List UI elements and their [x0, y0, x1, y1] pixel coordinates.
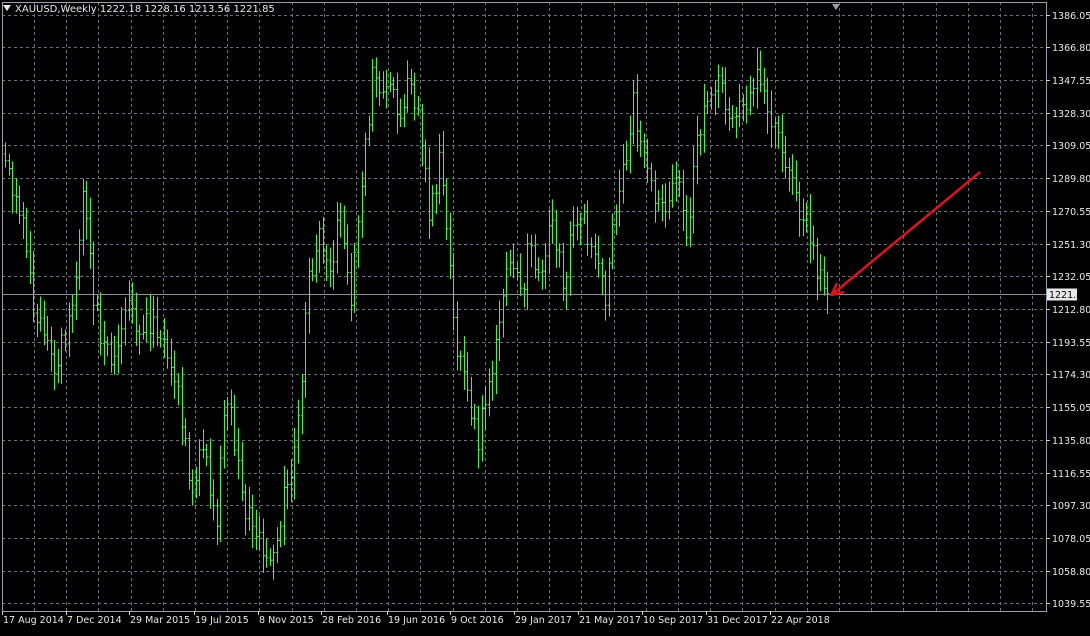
y-tick-label: 1309.05: [1052, 141, 1090, 152]
y-tick-label: 1212.80: [1052, 305, 1090, 316]
ohlc-values: 1222.18 1228.16 1213.56 1221.85: [100, 4, 275, 15]
x-tick-label: 19 Jun 2016: [388, 615, 445, 626]
symbol-title: XAUUSD,Weekly 1222.18 1228.16 1213.56 12…: [3, 4, 275, 15]
x-tick-label: 19 Jul 2015: [195, 615, 249, 626]
x-tick-label: 8 Nov 2015: [259, 615, 314, 626]
current-price-label: 1221.85: [1049, 290, 1088, 301]
x-tick-label: 29 Mar 2015: [130, 615, 190, 626]
x-tick-label: 31 Dec 2017: [707, 615, 768, 626]
x-tick-label: 29 Jan 2017: [515, 615, 572, 626]
symbol-name: XAUUSD,Weekly: [15, 4, 97, 15]
y-tick-label: 1328.30: [1052, 109, 1090, 120]
price-chart[interactable]: 1221.85 1386.05 1366.80 1347.55 1328.30 1309…: [0, 0, 1090, 632]
y-tick-label: 1116.55: [1052, 469, 1090, 480]
y-tick-label: 1251.30: [1052, 240, 1090, 251]
y-tick-label: 1270.55: [1052, 207, 1090, 218]
y-tick-label: 1232.05: [1052, 272, 1090, 283]
x-tick-label: 22 Apr 2018: [771, 615, 830, 626]
dropdown-triangle-icon[interactable]: [3, 5, 11, 11]
y-tick-label: 1347.55: [1052, 76, 1090, 87]
y-tick-label: 1174.30: [1052, 370, 1090, 381]
y-tick-label: 1386.05: [1052, 11, 1090, 22]
chart-canvas[interactable]: 1221.85 1386.05 1366.80 1347.55 1328.30 1309…: [0, 0, 1090, 632]
y-tick-label: 1078.05: [1052, 534, 1090, 545]
y-tick-label: 1155.05: [1052, 403, 1090, 414]
x-tick-label: 28 Feb 2016: [322, 615, 381, 626]
x-tick-label: 7 Dec 2014: [67, 615, 122, 626]
y-tick-label: 1058.80: [1052, 567, 1090, 578]
y-tick-label: 1193.55: [1052, 338, 1090, 349]
y-tick-label: 1366.80: [1052, 43, 1090, 54]
y-tick-label: 1289.80: [1052, 174, 1090, 185]
x-tick-label: 17 Aug 2014: [3, 615, 64, 626]
x-tick-label: 9 Oct 2016: [451, 615, 504, 626]
y-tick-label: 1039.55: [1052, 599, 1090, 610]
y-tick-label: 1135.80: [1052, 436, 1090, 447]
y-tick-label: 1097.30: [1052, 501, 1090, 512]
x-tick-label: 21 May 2017: [579, 615, 641, 626]
x-tick-label: 10 Sep 2017: [643, 615, 703, 626]
